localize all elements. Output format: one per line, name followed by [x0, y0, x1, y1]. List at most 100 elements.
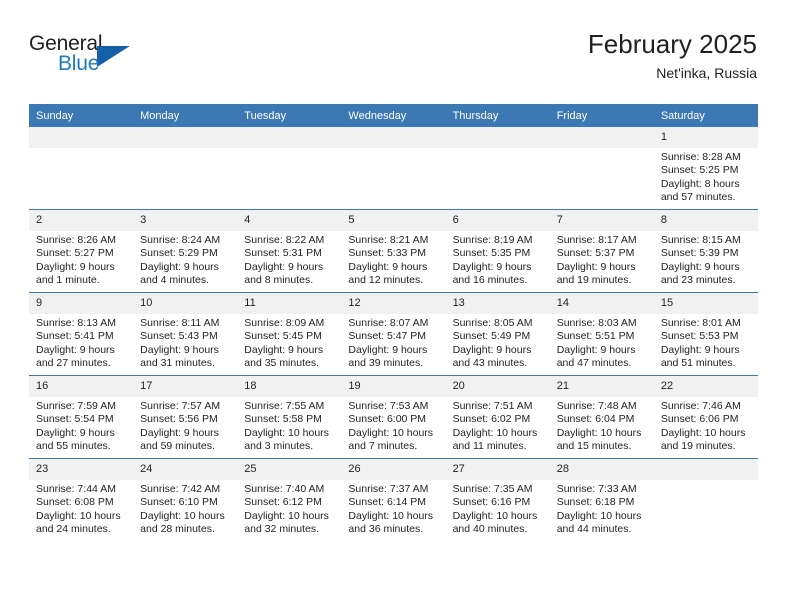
- day-number: 4: [237, 210, 342, 231]
- sun-info: Sunrise: 7:53 AM Sunset: 6:00 PM Daylight:…: [341, 397, 445, 454]
- day-number: 16: [29, 376, 134, 397]
- daylight-text: Daylight: 10 hours and 28 minutes.: [140, 509, 225, 536]
- daylight-text: Daylight: 9 hours and 55 minutes.: [36, 426, 115, 453]
- calendar-day-cell[interactable]: 23 Sunrise: 7:44 AM Sunset: 6:08 PM Dayligh…: [29, 458, 134, 541]
- calendar-day-cell[interactable]: 19 Sunrise: 7:53 AM Sunset: 6:00 PM Dayligh…: [341, 375, 446, 459]
- page-header: General Blue February 2025 Net'inka, Rus…: [29, 28, 757, 90]
- calendar-day-cell[interactable]: 11 Sunrise: 8:09 AM Sunset: 5:45 PM Dayligh…: [237, 292, 342, 376]
- calendar-day-cell[interactable]: 9 Sunrise: 8:13 AM Sunset: 5:41 PM Daylight…: [29, 292, 134, 376]
- calendar-cell-empty: [133, 127, 238, 210]
- day-number: 12: [341, 293, 446, 314]
- calendar-cell-empty: [341, 127, 446, 210]
- sunrise-text: Sunrise: 7:42 AM: [140, 483, 221, 495]
- sunrise-text: Sunrise: 8:19 AM: [452, 234, 533, 246]
- weekday-header-row: Sunday Monday Tuesday Wednesday Thursday…: [29, 104, 758, 127]
- sun-info: Sunrise: 8:13 AM Sunset: 5:41 PM Daylight:…: [29, 314, 133, 371]
- calendar-day-cell[interactable]: 16 Sunrise: 7:59 AM Sunset: 5:54 PM Dayligh…: [29, 375, 134, 459]
- daylight-text: Daylight: 10 hours and 11 minutes.: [452, 426, 538, 453]
- day-number: 20: [445, 376, 550, 397]
- sunrise-text: Sunrise: 8:07 AM: [348, 317, 429, 329]
- sun-info: Sunrise: 7:44 AM Sunset: 6:08 PM Daylight:…: [29, 480, 133, 537]
- daylight-text: Daylight: 10 hours and 7 minutes.: [348, 426, 434, 453]
- calendar-day-cell[interactable]: 13 Sunrise: 8:05 AM Sunset: 5:49 PM Dayligh…: [445, 292, 550, 376]
- calendar-day-cell[interactable]: 2 Sunrise: 8:26 AM Sunset: 5:27 PM Daylight…: [29, 209, 134, 293]
- sun-info: Sunrise: 8:21 AM Sunset: 5:33 PM Daylight:…: [341, 231, 445, 288]
- calendar-week-row: 1 Sunrise: 8:28 AM Sunset: 5:25 PM Daylight…: [29, 127, 758, 210]
- calendar-cell-empty: [29, 127, 134, 210]
- sunset-text: Sunset: 5:49 PM: [452, 330, 531, 343]
- calendar-day-cell[interactable]: 17 Sunrise: 7:57 AM Sunset: 5:56 PM Dayligh…: [133, 375, 238, 459]
- calendar-day-cell[interactable]: 10 Sunrise: 8:11 AM Sunset: 5:43 PM Dayligh…: [133, 292, 238, 376]
- sun-info: Sunrise: 8:28 AM Sunset: 5:25 PM Daylight:…: [654, 148, 758, 205]
- calendar-day-cell[interactable]: 14 Sunrise: 8:03 AM Sunset: 5:51 PM Dayligh…: [549, 292, 654, 376]
- sun-info: Sunrise: 8:09 AM Sunset: 5:45 PM Daylight:…: [237, 314, 341, 371]
- sun-info: Sunrise: 8:15 AM Sunset: 5:39 PM Daylight:…: [654, 231, 758, 288]
- sunrise-text: Sunrise: 8:03 AM: [556, 317, 637, 329]
- sunset-text: Sunset: 5:51 PM: [556, 330, 635, 343]
- calendar-day-cell[interactable]: 3 Sunrise: 8:24 AM Sunset: 5:29 PM Daylight…: [133, 209, 238, 293]
- calendar-day-cell[interactable]: 8 Sunrise: 8:15 AM Sunset: 5:39 PM Daylight…: [653, 209, 758, 293]
- daylight-text: Daylight: 9 hours and 4 minutes.: [140, 260, 219, 287]
- sun-info: Sunrise: 8:03 AM Sunset: 5:51 PM Daylight:…: [550, 314, 654, 371]
- sunset-text: Sunset: 6:02 PM: [452, 413, 531, 426]
- day-number: 27: [445, 459, 550, 480]
- sunrise-text: Sunrise: 8:11 AM: [140, 317, 220, 329]
- sunset-text: Sunset: 5:56 PM: [140, 413, 218, 426]
- calendar-day-cell[interactable]: 27 Sunrise: 7:35 AM Sunset: 6:16 PM Dayligh…: [445, 458, 550, 541]
- day-number: 18: [237, 376, 342, 397]
- sun-info: Sunrise: 8:26 AM Sunset: 5:27 PM Daylight:…: [29, 231, 133, 288]
- weekday-header-sunday: Sunday: [29, 104, 134, 127]
- sun-info: Sunrise: 8:24 AM Sunset: 5:29 PM Daylight:…: [133, 231, 237, 288]
- day-number: 13: [445, 293, 550, 314]
- sunset-text: Sunset: 5:35 PM: [452, 247, 531, 260]
- sunrise-text: Sunrise: 7:40 AM: [244, 483, 325, 495]
- sunrise-text: Sunrise: 7:53 AM: [348, 400, 429, 412]
- brand-logo[interactable]: General Blue: [29, 32, 149, 88]
- day-number: 7: [549, 210, 654, 231]
- daylight-text: Daylight: 9 hours and 27 minutes.: [36, 343, 115, 370]
- sunset-text: Sunset: 6:04 PM: [556, 413, 635, 426]
- day-number: 14: [549, 293, 654, 314]
- calendar-day-cell[interactable]: 25 Sunrise: 7:40 AM Sunset: 6:12 PM Dayligh…: [237, 458, 342, 541]
- calendar-day-cell[interactable]: 5 Sunrise: 8:21 AM Sunset: 5:33 PM Daylight…: [341, 209, 446, 293]
- day-number: 24: [133, 459, 238, 480]
- sun-info: Sunrise: 8:19 AM Sunset: 5:35 PM Daylight:…: [446, 231, 550, 288]
- day-number: 22: [653, 376, 758, 397]
- calendar-cell-empty: [445, 127, 550, 210]
- calendar-day-cell[interactable]: 12 Sunrise: 8:07 AM Sunset: 5:47 PM Dayligh…: [341, 292, 446, 376]
- daylight-text: Daylight: 10 hours and 24 minutes.: [36, 509, 121, 536]
- calendar-day-cell[interactable]: 21 Sunrise: 7:48 AM Sunset: 6:04 PM Dayligh…: [549, 375, 654, 459]
- daylight-text: Daylight: 9 hours and 31 minutes.: [140, 343, 219, 370]
- sunset-text: Sunset: 6:16 PM: [452, 496, 531, 509]
- sunrise-text: Sunrise: 7:37 AM: [348, 483, 429, 495]
- calendar-day-cell[interactable]: 24 Sunrise: 7:42 AM Sunset: 6:10 PM Dayligh…: [133, 458, 238, 541]
- daylight-text: Daylight: 9 hours and 23 minutes.: [660, 260, 740, 287]
- sunset-text: Sunset: 5:54 PM: [36, 413, 114, 426]
- sunrise-text: Sunrise: 8:15 AM: [660, 234, 741, 246]
- sunset-text: Sunset: 5:39 PM: [660, 247, 739, 260]
- day-number: 23: [29, 459, 134, 480]
- calendar-day-cell[interactable]: 28 Sunrise: 7:33 AM Sunset: 6:18 PM Dayligh…: [549, 458, 654, 541]
- sunrise-text: Sunrise: 7:51 AM: [452, 400, 533, 412]
- calendar-day-cell[interactable]: 15 Sunrise: 8:01 AM Sunset: 5:53 PM Dayligh…: [653, 292, 758, 376]
- day-number: 15: [653, 293, 758, 314]
- sunrise-text: Sunrise: 7:35 AM: [452, 483, 533, 495]
- calendar-day-cell[interactable]: 26 Sunrise: 7:37 AM Sunset: 6:14 PM Dayligh…: [341, 458, 446, 541]
- daylight-text: Daylight: 8 hours and 57 minutes.: [660, 177, 740, 204]
- calendar-day-cell[interactable]: 4 Sunrise: 8:22 AM Sunset: 5:31 PM Daylight…: [237, 209, 342, 293]
- day-number: [341, 127, 446, 148]
- sun-info: Sunrise: 7:59 AM Sunset: 5:54 PM Daylight:…: [29, 397, 133, 454]
- calendar-day-cell[interactable]: 7 Sunrise: 8:17 AM Sunset: 5:37 PM Daylight…: [549, 209, 654, 293]
- calendar-day-cell[interactable]: 20 Sunrise: 7:51 AM Sunset: 6:02 PM Dayligh…: [445, 375, 550, 459]
- sun-info: Sunrise: 7:37 AM Sunset: 6:14 PM Daylight:…: [341, 480, 445, 537]
- calendar-day-cell[interactable]: 22 Sunrise: 7:46 AM Sunset: 6:06 PM Dayligh…: [653, 375, 758, 459]
- location-subtitle: Net'inka, Russia: [656, 65, 757, 81]
- calendar-table: Sunday Monday Tuesday Wednesday Thursday…: [29, 104, 758, 541]
- sun-info: Sunrise: 7:33 AM Sunset: 6:18 PM Daylight:…: [550, 480, 654, 537]
- calendar-day-cell[interactable]: 1 Sunrise: 8:28 AM Sunset: 5:25 PM Daylight…: [653, 127, 758, 210]
- sunset-text: Sunset: 5:31 PM: [244, 247, 322, 260]
- calendar-day-cell[interactable]: 6 Sunrise: 8:19 AM Sunset: 5:35 PM Daylight…: [445, 209, 550, 293]
- daylight-text: Daylight: 9 hours and 16 minutes.: [452, 260, 532, 287]
- sunset-text: Sunset: 5:45 PM: [244, 330, 322, 343]
- calendar-day-cell[interactable]: 18 Sunrise: 7:55 AM Sunset: 5:58 PM Dayligh…: [237, 375, 342, 459]
